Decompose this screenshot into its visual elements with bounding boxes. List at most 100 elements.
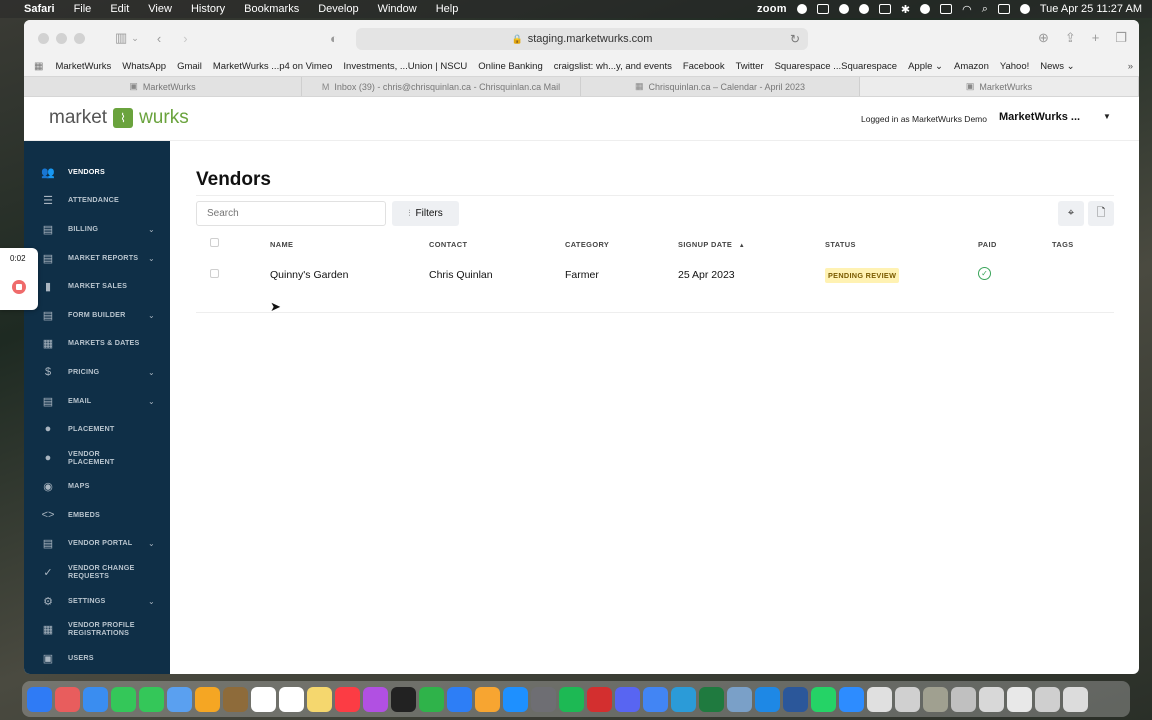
favorite-link[interactable]: Amazon xyxy=(954,61,989,72)
dock-app-icon[interactable] xyxy=(895,686,920,712)
battery-icon[interactable] xyxy=(940,4,953,14)
dock-app-icon[interactable] xyxy=(783,686,808,712)
dock-app-icon[interactable] xyxy=(251,686,276,712)
chevron-down-icon[interactable]: ⌄ xyxy=(148,254,155,263)
chevron-down-icon[interactable]: ⌄ xyxy=(131,33,139,44)
favorite-link[interactable]: MarketWurks ...p4 on Vimeo xyxy=(213,61,333,72)
download-icon[interactable]: ⊕ xyxy=(1038,30,1049,46)
favorite-link[interactable]: craigslist: wh...y, and events xyxy=(554,61,672,72)
sidebar-item-market-reports[interactable]: ▤ MARKET REPORTS ⌄ xyxy=(24,246,170,270)
forward-icon[interactable]: › xyxy=(183,31,187,46)
wifi-icon[interactable]: ◠ xyxy=(962,3,972,16)
select-all-checkbox[interactable] xyxy=(210,238,219,247)
dock-app-icon[interactable] xyxy=(615,686,640,712)
more-favorites-icon[interactable]: » xyxy=(1128,61,1133,72)
dock-app-icon[interactable] xyxy=(363,686,388,712)
menu-history[interactable]: History xyxy=(191,3,225,15)
dock-app-icon[interactable] xyxy=(979,686,1004,712)
sidebar-item-pricing[interactable]: $ PRICING ⌄ xyxy=(24,360,170,384)
stop-recording-button[interactable] xyxy=(12,280,26,294)
clock[interactable]: Tue Apr 25 11:27 AM xyxy=(1040,3,1142,15)
dock-app-icon[interactable] xyxy=(195,686,220,712)
browser-tab-active[interactable]: ▣ MarketWurks xyxy=(860,77,1139,96)
favorite-link[interactable]: MarketWurks xyxy=(55,61,111,72)
dock-app-icon[interactable] xyxy=(27,686,52,712)
col-header-name[interactable]: NAME xyxy=(270,240,293,249)
export-button[interactable]: 🗋 xyxy=(1088,201,1114,226)
favorite-link[interactable]: Yahoo! xyxy=(1000,61,1029,72)
chevron-down-icon[interactable]: ⌄ xyxy=(148,225,155,234)
tray-icon-3[interactable] xyxy=(838,4,849,14)
sidebar-item-settings[interactable]: ⚙ SETTINGS ⌄ xyxy=(24,589,170,613)
browser-tab[interactable]: ▦ Chrisquinlan.ca – Calendar - April 202… xyxy=(581,77,860,96)
row-checkbox[interactable] xyxy=(210,269,219,278)
dock-app-icon[interactable] xyxy=(587,686,612,712)
favorite-link[interactable]: Online Banking xyxy=(478,61,542,72)
dock-app-icon[interactable] xyxy=(475,686,500,712)
dock-app-icon[interactable] xyxy=(643,686,668,712)
bluetooth-icon[interactable]: ✱ xyxy=(901,3,910,16)
zoom-status[interactable]: zoom xyxy=(757,3,787,15)
dock-app-icon[interactable] xyxy=(279,686,304,712)
new-tab-icon[interactable]: + xyxy=(1092,30,1100,46)
dock-app-icon[interactable] xyxy=(1035,686,1060,712)
dock-app-icon[interactable] xyxy=(307,686,332,712)
sidebar-item-vendors[interactable]: 👥 VENDORS xyxy=(24,160,170,184)
chevron-down-icon[interactable]: ⌄ xyxy=(148,539,155,548)
close-window-button[interactable] xyxy=(38,32,49,44)
account-selector[interactable]: MarketWurks ... xyxy=(999,111,1080,123)
col-header-tags[interactable]: TAGS xyxy=(1052,240,1074,249)
sidebar-item-vendor-placement[interactable]: ● VENDOR PLACEMENT xyxy=(24,446,170,470)
dock-app-icon[interactable] xyxy=(923,686,948,712)
chevron-down-icon[interactable]: ⌄ xyxy=(148,368,155,377)
dock-app-icon[interactable] xyxy=(1063,686,1088,712)
dock-app-icon[interactable] xyxy=(83,686,108,712)
marketwurks-logo[interactable]: market ⌇ wurks xyxy=(49,107,189,129)
privacy-shield-icon[interactable]: ◐ xyxy=(330,31,338,46)
dock-app-icon[interactable] xyxy=(55,686,80,712)
menu-bookmarks[interactable]: Bookmarks xyxy=(244,3,299,15)
sidebar-item-markets-dates[interactable]: ▦ MARKETS & DATES xyxy=(24,331,170,355)
search-input[interactable] xyxy=(196,201,386,226)
browser-tab[interactable]: ▣ MarketWurks xyxy=(24,77,302,96)
favorite-link[interactable]: WhatsApp xyxy=(122,61,166,72)
minimize-window-button[interactable] xyxy=(56,32,67,44)
zoom-window-button[interactable] xyxy=(74,32,85,44)
back-icon[interactable]: ‹ xyxy=(157,31,161,46)
control-center-icon[interactable] xyxy=(997,4,1010,14)
menu-edit[interactable]: Edit xyxy=(110,3,129,15)
filters-button[interactable]: ⫶ Filters xyxy=(392,201,459,226)
vendor-name-link[interactable]: Quinny's Garden xyxy=(270,269,348,281)
col-header-contact[interactable]: CONTACT xyxy=(429,240,467,249)
sidebar-item-email[interactable]: ▤ EMAIL ⌄ xyxy=(24,389,170,413)
dock-app-icon[interactable] xyxy=(139,686,164,712)
dock-app-icon[interactable] xyxy=(951,686,976,712)
spotlight-icon[interactable]: ⌕ xyxy=(982,3,988,16)
menu-help[interactable]: Help xyxy=(436,3,459,15)
sidebar-item-form-builder[interactable]: ▤ FORM BUILDER ⌄ xyxy=(24,303,170,327)
col-header-status[interactable]: STATUS xyxy=(825,240,856,249)
menu-develop[interactable]: Develop xyxy=(318,3,358,15)
dock-app-icon[interactable] xyxy=(447,686,472,712)
sidebar-item-billing[interactable]: ▤ BILLING ⌄ xyxy=(24,217,170,241)
caret-down-icon[interactable]: ▼ xyxy=(1103,112,1111,121)
favorite-link[interactable]: Twitter xyxy=(736,61,764,72)
dock-app-icon[interactable] xyxy=(671,686,696,712)
col-header-signup-date[interactable]: SIGNUP DATE ▲ xyxy=(678,240,745,249)
browser-tab[interactable]: M Inbox (39) - chris@chrisquinlan.ca - C… xyxy=(302,77,581,96)
sidebar-item-market-sales[interactable]: ▮ MARKET SALES xyxy=(24,274,170,298)
chevron-down-icon[interactable]: ⌄ xyxy=(148,597,155,606)
dock-app-icon[interactable] xyxy=(111,686,136,712)
sidebar-item-users[interactable]: ▣ USERS xyxy=(24,646,170,670)
sidebar-item-vendor-profile-registrations[interactable]: ▦ VENDOR PROFILE REGISTRATIONS xyxy=(24,617,170,641)
favorite-link[interactable]: Investments, ...Union | NSCU xyxy=(343,61,467,72)
col-header-category[interactable]: CATEGORY xyxy=(565,240,609,249)
dock-app-icon[interactable] xyxy=(699,686,724,712)
dock-app-icon[interactable] xyxy=(839,686,864,712)
dock-app-icon[interactable] xyxy=(503,686,528,712)
dock-app-icon[interactable] xyxy=(223,686,248,712)
dock-app-icon[interactable] xyxy=(755,686,780,712)
brightness-icon[interactable] xyxy=(858,4,869,14)
sidebar-item-embeds[interactable]: <> EMBEDS xyxy=(24,503,170,527)
tags-button[interactable]: ⌖ xyxy=(1058,201,1084,226)
